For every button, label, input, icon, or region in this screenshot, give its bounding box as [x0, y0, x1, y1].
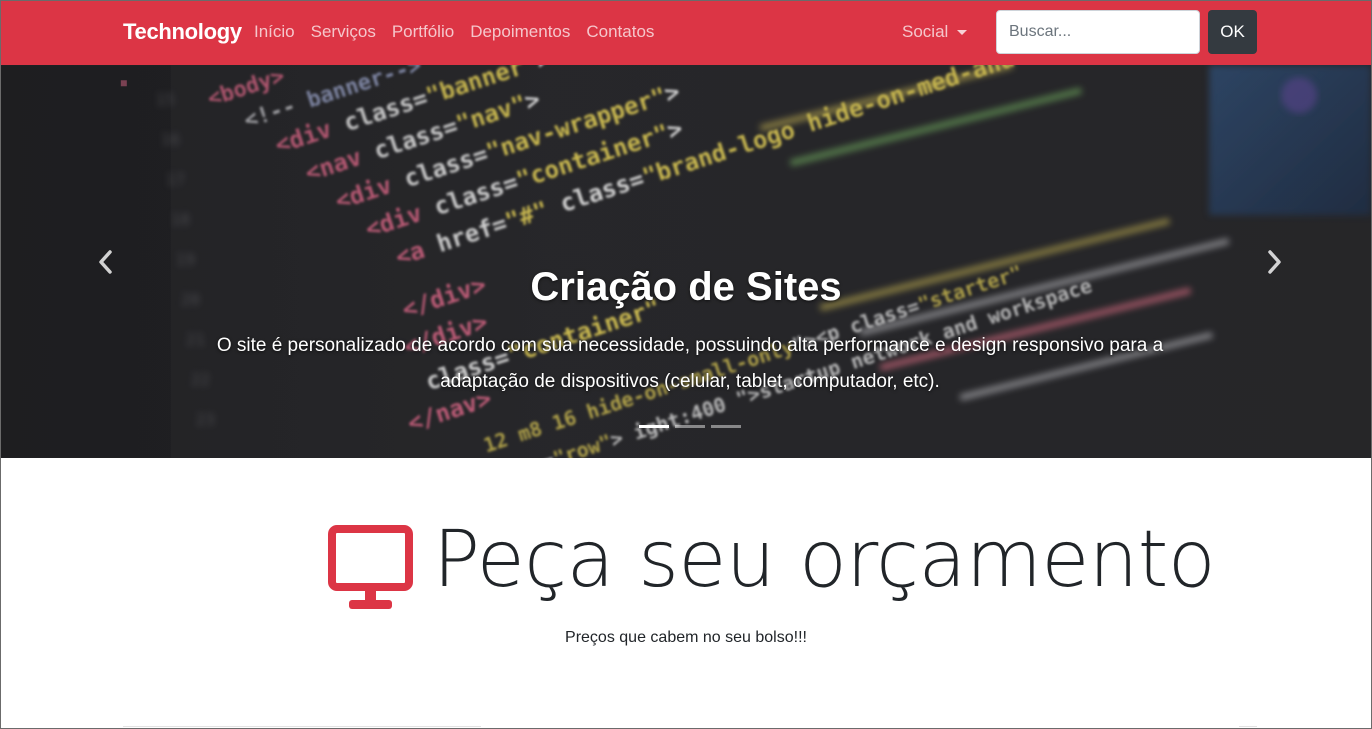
social-dropdown-label: Social [902, 22, 949, 41]
carousel-indicators [639, 425, 741, 428]
nav-link-inicio[interactable]: Início [254, 22, 295, 42]
navbar: Technology Início Serviços Portfólio Dep… [1, 1, 1371, 65]
carousel-indicator-3[interactable] [711, 425, 741, 428]
card-top-border [123, 726, 481, 727]
quote-section-title: Peça seu orçamento [433, 515, 1216, 605]
card-top-border-right [1239, 726, 1257, 727]
monitor-icon [328, 525, 413, 609]
search-button[interactable]: OK [1208, 10, 1257, 54]
page-frame: Technology Início Serviços Portfólio Dep… [0, 0, 1372, 729]
nav-link-portfolio[interactable]: Portfólio [392, 22, 454, 42]
nav-link-depoimentos[interactable]: Depoimentos [470, 22, 570, 42]
brand-logo[interactable]: Technology [123, 19, 242, 45]
caret-down-icon [957, 29, 968, 35]
social-dropdown[interactable]: Social [902, 22, 968, 42]
quote-section-header: Peça seu orçamento [1, 515, 1371, 621]
hero-carousel: 151617 181920 212223 <body> <!-- banner-… [1, 65, 1371, 458]
carousel-caption-text: O site é personalizado de acordo com sua… [216, 335, 1164, 392]
nav-link-servicos[interactable]: Serviços [311, 22, 376, 42]
carousel-indicator-1[interactable] [639, 425, 669, 428]
carousel-caption-title: Criação de Sites [530, 265, 842, 309]
nav-links: Início Serviços Portfólio Depoimentos Co… [254, 22, 654, 42]
quote-section-subtitle: Preços que cabem no seu bolso!!! [565, 629, 807, 646]
nav-link-contatos[interactable]: Contatos [586, 22, 654, 42]
carousel-indicator-2[interactable] [675, 425, 705, 428]
search-input[interactable] [996, 10, 1200, 54]
